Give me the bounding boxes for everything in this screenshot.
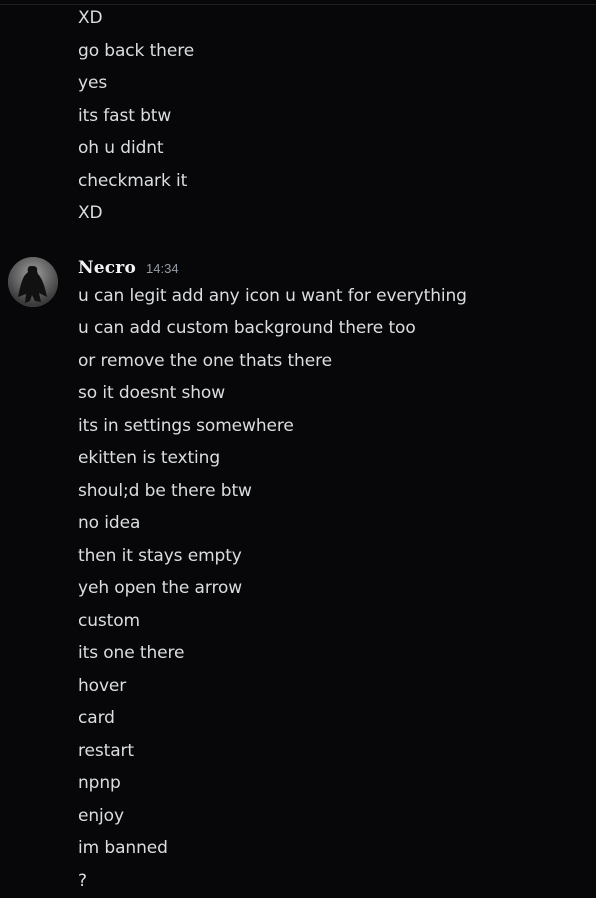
- message-line[interactable]: ?: [78, 870, 87, 892]
- message-line[interactable]: u can legit add any icon u want for ever…: [78, 285, 467, 307]
- message-line[interactable]: or remove the one thats there: [78, 350, 332, 372]
- message-line[interactable]: no idea: [78, 512, 140, 534]
- message-line[interactable]: yeh open the arrow: [78, 577, 242, 599]
- message-line[interactable]: its one there: [78, 642, 184, 664]
- message-line[interactable]: hover: [78, 675, 126, 697]
- message-line[interactable]: so it doesnt show: [78, 382, 225, 404]
- message-line[interactable]: its fast btw: [78, 105, 171, 127]
- timestamp[interactable]: 14:34: [146, 261, 179, 276]
- top-divider: [0, 4, 596, 5]
- message-line[interactable]: XD: [78, 202, 103, 224]
- message-line[interactable]: u can add custom background there too: [78, 317, 416, 339]
- message-line[interactable]: enjoy: [78, 805, 124, 827]
- avatar[interactable]: [8, 257, 58, 307]
- message-header: Necro 14:34: [78, 258, 179, 280]
- message-line[interactable]: then it stays empty: [78, 545, 242, 567]
- message-line[interactable]: checkmark it: [78, 170, 187, 192]
- cloaked-figure-icon: [8, 257, 58, 307]
- message-line[interactable]: shoul;d be there btw: [78, 480, 252, 502]
- message-line[interactable]: its in settings somewhere: [78, 415, 294, 437]
- message-line[interactable]: yes: [78, 72, 107, 94]
- message-line[interactable]: restart: [78, 740, 134, 762]
- message-line[interactable]: oh u didnt: [78, 137, 164, 159]
- message-line[interactable]: custom: [78, 610, 140, 632]
- message-line[interactable]: go back there: [78, 40, 194, 62]
- message-line[interactable]: XD: [78, 7, 103, 29]
- username[interactable]: Necro: [78, 258, 136, 278]
- message-line[interactable]: npnp: [78, 772, 121, 794]
- message-line[interactable]: im banned: [78, 837, 168, 859]
- message-line[interactable]: card: [78, 707, 115, 729]
- message-line[interactable]: ekitten is texting: [78, 447, 220, 469]
